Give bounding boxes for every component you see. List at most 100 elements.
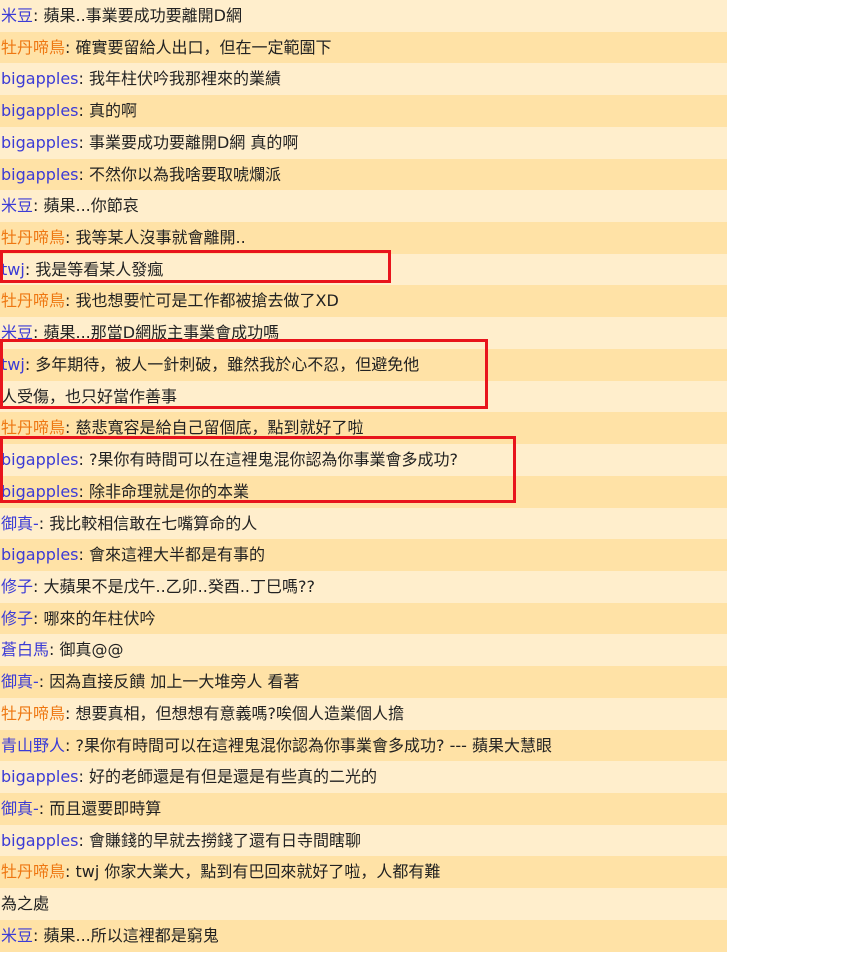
message-username[interactable]: 米豆 — [1, 323, 33, 342]
chat-message-row: 為之處 — [0, 888, 727, 920]
chat-message-row: 御真-: 我比較相信敢在七嘴算命的人 — [0, 507, 727, 540]
message-text: 大蘋果不是戊午..乙卯..癸酉..丁巳嗎?? — [43, 576, 316, 596]
username-separator: : — [49, 640, 60, 660]
message-text: 蘋果...那當D網版主事業會成功嗎 — [43, 323, 280, 343]
message-username[interactable]: twj — [1, 260, 25, 279]
message-text: 我是等看某人發瘋 — [35, 259, 164, 279]
message-username[interactable]: 米豆 — [1, 196, 33, 215]
message-username[interactable]: 牡丹啼鳥 — [1, 38, 65, 57]
message-username[interactable]: bigapples — [1, 545, 79, 564]
message-username[interactable]: bigapples — [1, 133, 79, 152]
chat-message-row: bigapples: 除非命理就是你的本業 — [0, 475, 727, 508]
message-text: 我年柱伏吟我那裡來的業績 — [88, 69, 281, 89]
message-text: 想要真相，但想想有意義嗎?唉個人造業個人擔 — [75, 703, 405, 723]
chat-message-row: 牡丹啼鳥: 確實要留給人出口，但在一定範圍下 — [0, 31, 727, 64]
message-text: 御真@@ — [59, 640, 124, 660]
username-separator: : — [65, 291, 76, 311]
message-username[interactable]: 御真- — [1, 799, 39, 818]
chat-message-row: bigapples: 會賺錢的早就去撈錢了還有日寺間瞎聊 — [0, 824, 727, 857]
chat-message-row: bigapples: 好的老師還是有但是還是有些真的二光的 — [0, 761, 727, 793]
message-text: twj 你家大業大，點到有巴回來就好了啦，人都有難 — [75, 862, 441, 882]
message-text: 我比較相信敢在七嘴算命的人 — [49, 513, 258, 533]
chat-message-row: 人受傷，也只好當作善事 — [0, 380, 727, 413]
message-text: ?果你有時間可以在這裡鬼混你認為你事業會多成功? --- 蘋果大慧眼 — [75, 735, 552, 755]
chat-message-row: 修子: 哪來的年柱伏吟 — [0, 602, 727, 635]
chat-message-row: bigapples: 我年柱伏吟我那裡來的業績 — [0, 63, 727, 96]
username-separator: : — [65, 862, 76, 882]
chat-message-row: bigapples: ?果你有時間可以在這裡鬼混你認為你事業會多成功? — [0, 444, 727, 476]
username-separator: : — [33, 925, 44, 945]
message-username[interactable]: bigapples — [1, 767, 79, 786]
chat-message-row: 牡丹啼鳥: twj 你家大業大，點到有巴回來就好了啦，人都有難 — [0, 856, 727, 889]
message-username[interactable]: 御真- — [1, 514, 39, 533]
message-text: 會賺錢的早就去撈錢了還有日寺間瞎聊 — [88, 830, 361, 850]
chat-message-row: 修子: 大蘋果不是戊午..乙卯..癸酉..丁巳嗎?? — [0, 570, 727, 603]
message-text: 多年期待，被人一針刺破，雖然我於心不忍，但避免他 — [35, 354, 420, 374]
username-separator: : — [65, 418, 76, 438]
message-text: 會來這裡大半都是有事的 — [88, 545, 265, 565]
message-text: 除非命理就是你的本業 — [88, 481, 249, 501]
message-text: 哪來的年柱伏吟 — [43, 608, 156, 628]
message-username[interactable]: bigapples — [1, 69, 79, 88]
chat-message-row: bigapples: 會來這裡大半都是有事的 — [0, 539, 727, 571]
chat-message-row: 牡丹啼鳥: 想要真相，但想想有意義嗎?唉個人造業個人擔 — [0, 697, 727, 730]
message-text: 慈悲寬容是給自己留個底，點到就好了啦 — [75, 418, 364, 438]
chat-message-row: 牡丹啼鳥: 慈悲寬容是給自己留個底，點到就好了啦 — [0, 412, 727, 445]
chat-message-row: 御真-: 因為直接反饋 加上一大堆旁人 看著 — [0, 666, 727, 698]
username-separator: : — [33, 196, 44, 216]
chat-message-row: 米豆: 蘋果...你節哀 — [0, 190, 727, 223]
chat-log: 米豆: 蘋果..事業要成功要離開D網 牡丹啼鳥: 確實要留給人出口，但在一定範圍下… — [0, 0, 727, 952]
message-text: 確實要留給人出口，但在一定範圍下 — [75, 37, 332, 57]
username-separator: : — [78, 164, 89, 184]
message-text: 為之處 — [1, 894, 50, 914]
chat-message-row: 御真-: 而且還要即時算 — [0, 792, 727, 825]
chat-message-row: 米豆: 蘋果...那當D網版主事業會成功嗎 — [0, 317, 727, 349]
message-username[interactable]: 御真- — [1, 672, 39, 691]
message-username[interactable]: 米豆 — [1, 6, 33, 25]
username-separator: : — [24, 354, 36, 374]
message-username[interactable]: 牡丹啼鳥 — [1, 291, 65, 310]
username-separator: : — [33, 576, 44, 596]
username-separator: : — [78, 132, 89, 152]
chat-message-row: 米豆: 蘋果..事業要成功要離開D網 — [0, 0, 727, 32]
username-separator: : — [65, 37, 76, 57]
username-separator: : — [78, 450, 89, 470]
chat-message-row: twj: 我是等看某人發瘋 — [0, 253, 727, 286]
username-separator: : — [78, 481, 89, 501]
message-text: 蘋果...所以這裡都是窮鬼 — [43, 925, 219, 945]
message-username[interactable]: 修子 — [1, 609, 33, 628]
message-username[interactable]: bigapples — [1, 165, 79, 184]
message-username[interactable]: 牡丹啼鳥 — [1, 418, 65, 437]
message-text: 真的啊 — [88, 101, 137, 121]
message-username[interactable]: bigapples — [1, 101, 79, 120]
username-separator: : — [78, 545, 89, 565]
message-username[interactable]: 牡丹啼鳥 — [1, 862, 65, 881]
message-username[interactable]: bigapples — [1, 482, 79, 501]
username-separator: : — [33, 608, 44, 628]
chat-message-row: bigapples: 真的啊 — [0, 95, 727, 127]
username-separator: : — [38, 672, 50, 692]
chat-message-row: twj: 多年期待，被人一針刺破，雖然我於心不忍，但避免他 — [0, 348, 727, 381]
message-username[interactable]: 牡丹啼鳥 — [1, 704, 65, 723]
chat-message-row: 青山野人: ?果你有時間可以在這裡鬼混你認為你事業會多成功? --- 蘋果大慧眼 — [0, 729, 727, 762]
message-username[interactable]: twj — [1, 355, 25, 374]
message-text: 蘋果..事業要成功要離開D網 — [43, 6, 243, 25]
username-separator: : — [65, 735, 76, 755]
username-separator: : — [78, 830, 89, 850]
message-username[interactable]: bigapples — [1, 831, 79, 850]
message-username[interactable]: 修子 — [1, 577, 33, 596]
message-text: 人受傷，也只好當作善事 — [1, 386, 178, 406]
chat-message-row: 米豆: 蘋果...所以這裡都是窮鬼 — [0, 919, 727, 952]
message-username[interactable]: 青山野人 — [1, 736, 65, 755]
message-username[interactable]: 蒼白馬 — [1, 640, 49, 659]
username-separator: : — [65, 228, 76, 248]
message-text: 好的老師還是有但是還是有些真的二光的 — [88, 767, 377, 787]
username-separator: : — [24, 259, 36, 279]
chat-message-row: bigapples: 不然你以為我啥要取唬爛派 — [0, 158, 727, 191]
message-text: 事業要成功要離開D網 真的啊 — [88, 132, 299, 152]
message-username[interactable]: bigapples — [1, 450, 79, 469]
chat-message-row: bigapples: 事業要成功要離開D網 真的啊 — [0, 126, 727, 159]
message-username[interactable]: 牡丹啼鳥 — [1, 228, 65, 247]
username-separator: : — [78, 101, 89, 121]
message-username[interactable]: 米豆 — [1, 926, 33, 945]
